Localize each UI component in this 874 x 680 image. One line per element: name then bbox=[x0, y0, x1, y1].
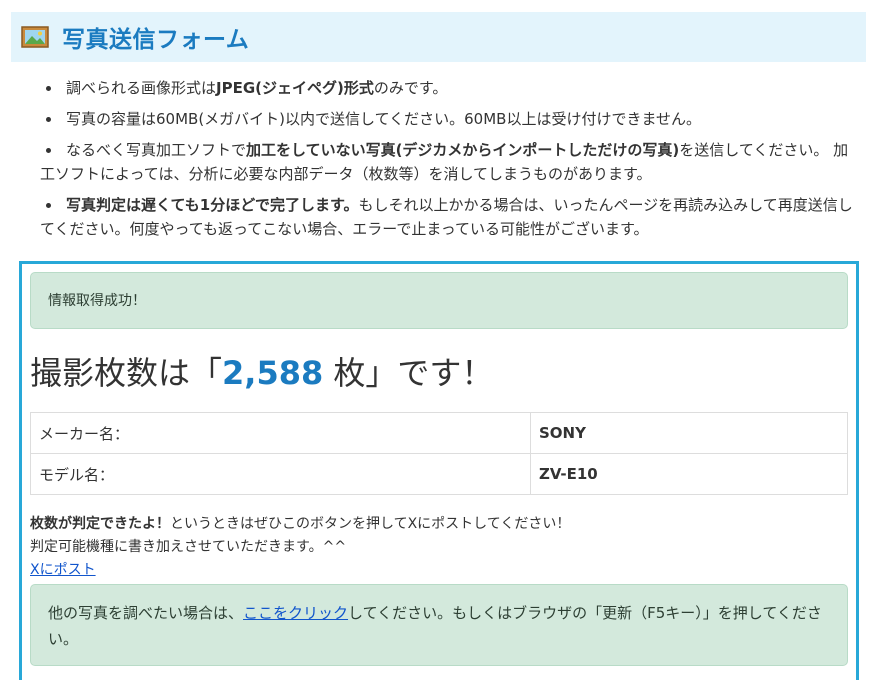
result-panel: 情報取得成功！ 撮影枚数は「2,588 枚」です！ メーカー名： SONY モデ… bbox=[19, 261, 859, 680]
maker-value: SONY bbox=[530, 412, 848, 454]
note-item-timing: 写真判定は遅くても1分ほどで完了します。もしそれ以上かかる場合は、いったんページ… bbox=[26, 193, 860, 241]
note-text: なるべく写真加工ソフトで bbox=[66, 141, 247, 159]
maker-label: メーカー名： bbox=[30, 412, 531, 454]
model-value: ZV-E10 bbox=[530, 453, 848, 495]
success-message: 情報取得成功！ bbox=[48, 293, 146, 309]
headline-prefix: 撮影枚数は「 bbox=[30, 354, 223, 392]
note-text: 調べられる画像形式は bbox=[66, 79, 217, 97]
page-header: 写真送信フォーム bbox=[11, 12, 866, 62]
picture-frame-icon bbox=[21, 26, 49, 48]
page-title: 写真送信フォーム bbox=[62, 27, 250, 53]
post-note-line2: 判定可能機種に書き加えさせていただきます。^^ bbox=[30, 539, 347, 555]
retry-prefix: 他の写真を調べたい場合は、 bbox=[48, 604, 244, 622]
note-text: 写真の容量は60MB(メガバイト)以内で送信してください。60MB以上は受け付け… bbox=[66, 110, 701, 128]
page: 写真送信フォーム 調べられる画像形式はJPEG(ジェイペグ)形式のみです。 写真… bbox=[0, 0, 874, 680]
shot-count-headline: 撮影枚数は「2,588 枚」です！ bbox=[30, 348, 493, 394]
retry-message: 他の写真を調べたい場合は、ここをクリックしてください。もしくはブラウザの「更新（… bbox=[48, 600, 828, 652]
note-bold: JPEG(ジェイペグ)形式 bbox=[216, 79, 374, 97]
shot-count: 2,588 bbox=[222, 354, 324, 392]
success-alert: 情報取得成功！ bbox=[30, 272, 848, 329]
table-row: メーカー名： SONY bbox=[30, 412, 848, 454]
note-item-unedited: なるべく写真加工ソフトで加工をしていない写真(デジカメからインポートしただけの写… bbox=[26, 138, 860, 186]
notes-list: 調べられる画像形式はJPEG(ジェイペグ)形式のみです。 写真の容量は60MB(… bbox=[26, 76, 860, 248]
note-item-format: 調べられる画像形式はJPEG(ジェイペグ)形式のみです。 bbox=[26, 76, 860, 100]
headline-suffix: 枚」です！ bbox=[323, 354, 494, 392]
note-item-size: 写真の容量は60MB(メガバイト)以内で送信してください。60MB以上は受け付け… bbox=[26, 107, 860, 131]
retry-click-link[interactable]: ここをクリック bbox=[243, 604, 348, 622]
note-bold: 写真判定は遅くても1分ほどで完了します。 bbox=[66, 196, 359, 214]
retry-alert: 他の写真を調べたい場合は、ここをクリックしてください。もしくはブラウザの「更新（… bbox=[30, 584, 848, 666]
post-note-bold: 枚数が判定できたよ！ bbox=[30, 516, 170, 532]
note-bold: 加工をしていない写真(デジカメからインポートしただけの写真) bbox=[246, 141, 680, 159]
post-note-text: というときはぜひこのボタンを押してXにポストしてください！ bbox=[170, 516, 571, 532]
camera-info-table: メーカー名： SONY モデル名： ZV-E10 bbox=[30, 412, 848, 495]
note-text: のみです。 bbox=[373, 79, 448, 97]
model-label: モデル名： bbox=[30, 453, 531, 495]
post-note: 枚数が判定できたよ！というときはぜひこのボタンを押してXにポストしてください！ … bbox=[30, 513, 570, 582]
table-row: モデル名： ZV-E10 bbox=[30, 453, 848, 495]
post-to-x-link[interactable]: Xにポスト bbox=[30, 562, 96, 578]
